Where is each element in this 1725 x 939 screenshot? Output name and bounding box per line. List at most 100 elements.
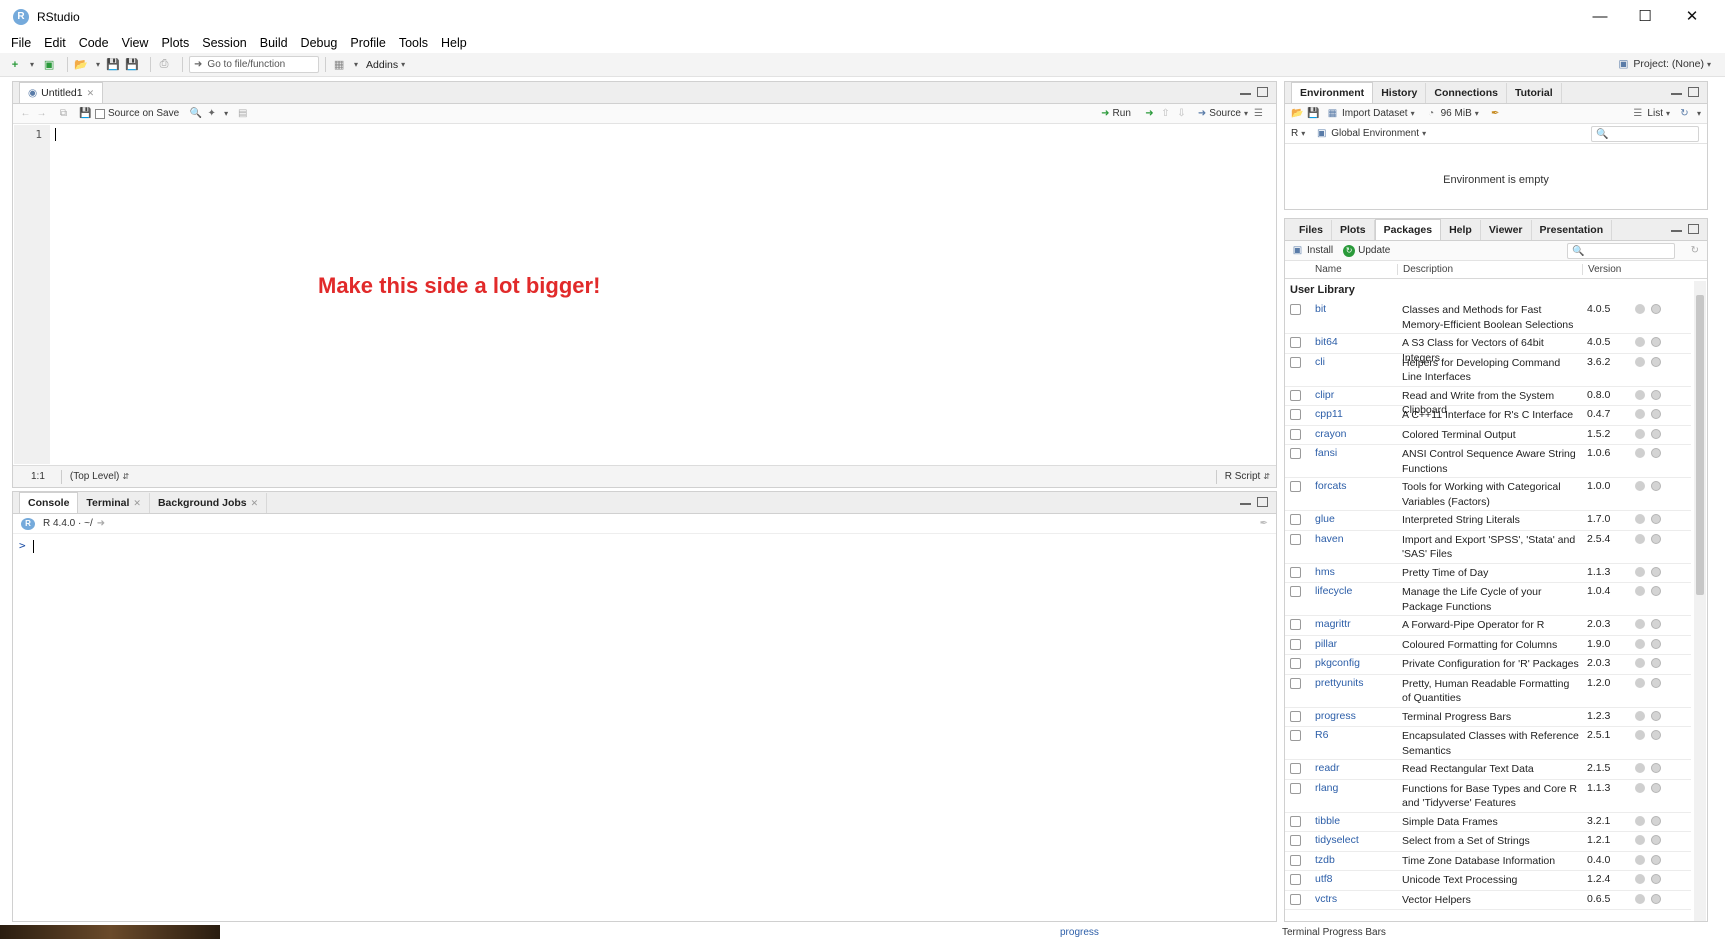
package-name-link[interactable]: bit <box>1315 303 1326 315</box>
package-load-checkbox[interactable] <box>1290 389 1301 401</box>
close-tab-icon[interactable]: ✕ <box>133 498 141 509</box>
remove-package-icon[interactable] <box>1651 815 1661 826</box>
package-website-icon[interactable] <box>1635 763 1645 773</box>
remove-package-icon[interactable] <box>1651 893 1661 904</box>
remove-package-icon[interactable] <box>1651 658 1661 668</box>
package-name-link[interactable]: progress <box>1315 710 1356 722</box>
addins-dropdown-icon[interactable]: ▾ <box>401 60 405 69</box>
package-load-checkbox[interactable] <box>1290 619 1301 630</box>
clear-console-icon[interactable]: ✒ <box>1260 518 1268 529</box>
menu-view[interactable]: View <box>122 36 149 50</box>
go-to-directory-icon[interactable]: ➜ <box>97 518 105 529</box>
package-load-checkbox[interactable] <box>1290 356 1301 368</box>
package-load-checkbox[interactable] <box>1290 448 1301 459</box>
remove-package-icon[interactable] <box>1651 389 1661 400</box>
remove-package-icon[interactable] <box>1651 356 1661 367</box>
compile-report-icon[interactable]: ▤ <box>236 108 249 120</box>
remove-package-icon[interactable] <box>1651 835 1661 845</box>
menu-file[interactable]: File <box>11 36 31 50</box>
remove-package-icon[interactable] <box>1651 428 1661 439</box>
package-name-link[interactable]: glue <box>1315 513 1335 525</box>
rerun-icon[interactable]: ➜ <box>1143 107 1156 119</box>
minimize-pane-icon[interactable] <box>1240 497 1251 505</box>
package-website-icon[interactable] <box>1635 586 1645 596</box>
package-load-checkbox[interactable] <box>1290 481 1301 492</box>
workspace-panes-dropdown-icon[interactable]: ▾ <box>354 60 358 69</box>
maximize-pane-icon[interactable] <box>1257 87 1268 97</box>
save-all-icon[interactable]: 💾 <box>125 58 139 71</box>
package-website-icon[interactable] <box>1635 638 1645 649</box>
list-view-selector[interactable]: ☰ List ▾ <box>1631 107 1670 119</box>
package-website-icon[interactable] <box>1635 533 1645 544</box>
package-name-link[interactable]: prettyunits <box>1315 677 1363 689</box>
maximize-icon[interactable]: ☐ <box>1625 5 1665 27</box>
tab-help[interactable]: Help <box>1441 220 1481 240</box>
column-name[interactable]: Name <box>1315 264 1342 275</box>
outline-icon[interactable]: ☰ <box>1252 107 1265 119</box>
tab-presentation[interactable]: Presentation <box>1532 220 1613 240</box>
tab-environment[interactable]: Environment <box>1291 82 1374 103</box>
forward-icon[interactable]: → <box>35 108 48 120</box>
tab-viewer[interactable]: Viewer <box>1481 220 1532 240</box>
addins-button[interactable]: Addins <box>366 59 398 71</box>
tab-connections[interactable]: Connections <box>1426 83 1507 103</box>
package-load-checkbox[interactable] <box>1290 638 1301 650</box>
package-name-link[interactable]: tidyselect <box>1315 834 1359 846</box>
print-icon[interactable]: ⎙ <box>157 58 171 71</box>
package-name-link[interactable]: crayon <box>1315 428 1347 440</box>
tab-untitled1[interactable]: ◉ Untitled1 ✕ <box>19 82 104 103</box>
menu-debug[interactable]: Debug <box>301 36 338 50</box>
run-button[interactable]: ➜ Run <box>1101 108 1131 119</box>
package-load-checkbox[interactable] <box>1290 893 1301 905</box>
open-file-dropdown-icon[interactable]: ▾ <box>96 60 100 69</box>
remove-package-icon[interactable] <box>1651 710 1661 721</box>
package-website-icon[interactable] <box>1635 835 1645 845</box>
code-tools-icon[interactable]: ✦ <box>205 108 218 120</box>
menu-edit[interactable]: Edit <box>44 36 66 50</box>
remove-package-icon[interactable] <box>1651 763 1661 773</box>
minimize-pane-icon[interactable] <box>1240 87 1251 95</box>
package-website-icon[interactable] <box>1635 514 1645 524</box>
package-name-link[interactable]: tzdb <box>1315 854 1335 866</box>
tab-packages[interactable]: Packages <box>1374 219 1442 240</box>
package-website-icon[interactable] <box>1635 448 1645 458</box>
package-website-icon[interactable] <box>1635 874 1645 884</box>
package-load-checkbox[interactable] <box>1290 428 1301 440</box>
source-on-save-checkbox[interactable]: Source on Save <box>95 108 179 119</box>
remove-package-icon[interactable] <box>1651 304 1661 314</box>
package-website-icon[interactable] <box>1635 658 1645 668</box>
package-website-icon[interactable] <box>1635 677 1645 688</box>
new-project-icon[interactable]: ▣ <box>42 58 56 71</box>
package-name-link[interactable]: cli <box>1315 356 1325 368</box>
tab-terminal[interactable]: Terminal ✕ <box>78 493 150 513</box>
package-load-checkbox[interactable] <box>1290 304 1301 315</box>
save-file-icon[interactable]: 💾 <box>79 108 92 120</box>
remove-package-icon[interactable] <box>1651 533 1661 544</box>
package-name-link[interactable]: clipr <box>1315 389 1334 401</box>
next-section-icon[interactable]: ⇩ <box>1175 107 1188 119</box>
tab-console[interactable]: Console <box>19 492 79 513</box>
package-website-icon[interactable] <box>1635 710 1645 721</box>
minimize-pane-icon[interactable] <box>1671 224 1682 232</box>
refresh-dropdown-icon[interactable]: ▾ <box>1697 109 1701 118</box>
file-type-selector[interactable]: R Script ⇵ <box>1215 469 1270 484</box>
package-load-checkbox[interactable] <box>1290 874 1301 885</box>
remove-package-icon[interactable] <box>1651 638 1661 649</box>
packages-search-input[interactable]: 🔍 <box>1567 243 1675 259</box>
package-name-link[interactable]: vctrs <box>1315 893 1337 905</box>
package-load-checkbox[interactable] <box>1290 514 1301 525</box>
find-icon[interactable]: 🔍 <box>189 108 202 120</box>
package-load-checkbox[interactable] <box>1290 566 1301 578</box>
package-load-checkbox[interactable] <box>1290 835 1301 846</box>
package-load-checkbox[interactable] <box>1290 337 1301 348</box>
package-name-link[interactable]: readr <box>1315 762 1340 774</box>
refresh-icon[interactable]: ↻ <box>1678 107 1691 119</box>
go-to-file-input[interactable]: ➜ Go to file/function <box>189 56 320 73</box>
package-name-link[interactable]: rlang <box>1315 782 1338 794</box>
package-load-checkbox[interactable] <box>1290 763 1301 774</box>
menu-tools[interactable]: Tools <box>399 36 428 50</box>
menu-help[interactable]: Help <box>441 36 467 50</box>
package-name-link[interactable]: bit64 <box>1315 336 1338 348</box>
project-menu[interactable]: ▣ Project: (None) ▾ <box>1618 58 1711 70</box>
package-name-link[interactable]: magrittr <box>1315 618 1351 630</box>
